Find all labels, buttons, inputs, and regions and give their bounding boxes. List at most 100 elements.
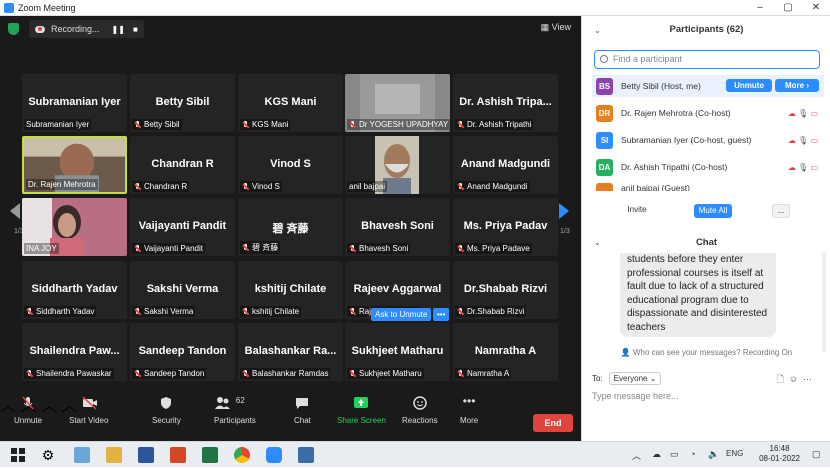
participant-tile[interactable]: Bhavesh Soni Bhavesh Soni: [345, 198, 450, 256]
camera-off-icon: ▭: [810, 108, 818, 118]
participant-tile[interactable]: Sukhjeet Matharu Sukhjeet Matharu: [345, 323, 450, 381]
emoji-icon[interactable]: ☺: [789, 374, 798, 384]
window-title: Zoom Meeting: [18, 2, 76, 13]
file-explorer-icon[interactable]: [74, 447, 90, 463]
tile-name-text: Vinod S: [252, 182, 280, 191]
zoom-taskbar-icon[interactable]: [266, 447, 282, 463]
participant-row[interactable]: anil bajpai (Guest): [592, 183, 824, 191]
stop-recording-button[interactable]: ■: [133, 25, 138, 34]
message-visibility-info[interactable]: 👤 Who can see your messages? Recording O…: [582, 348, 830, 357]
tile-name-text: kshitij Chilate: [252, 307, 300, 316]
volume-icon[interactable]: 🔈: [708, 449, 719, 460]
participant-avatar: SI: [596, 131, 613, 149]
minimize-button[interactable]: –: [746, 0, 774, 16]
participant-avatar: DR: [596, 104, 613, 122]
participant-tile[interactable]: INA JOY: [22, 198, 127, 256]
chat-button[interactable]: Chat: [294, 396, 311, 425]
invite-button[interactable]: Invite: [622, 204, 652, 218]
tile-display-name: Ms. Priya Padav: [463, 220, 548, 232]
participant-tile[interactable]: Dr. Rajen Mehrotra: [22, 136, 127, 194]
tile-name-label: Chandran R: [132, 181, 190, 192]
participant-search-input[interactable]: Find a participant: [594, 50, 820, 69]
tile-name-label: INA JOY: [24, 243, 59, 254]
participant-tile[interactable]: Balashankar Ra... Balashankar Ramdas: [238, 323, 343, 381]
panel-more-options-button[interactable]: ...: [772, 204, 790, 218]
mute-all-button[interactable]: Mute All: [694, 204, 732, 218]
ask-to-unmute-button[interactable]: Ask to Unmute: [371, 308, 432, 321]
chat-scrollbar[interactable]: [822, 252, 826, 352]
chat-more-icon[interactable]: ⋯: [803, 374, 812, 384]
unmute-self-button[interactable]: Unmute: [726, 79, 772, 92]
tile-display-name: Dr.Shabab Rizvi: [463, 283, 548, 295]
participant-tile[interactable]: Sakshi Verma Sakshi Verma: [130, 261, 235, 319]
participant-tile[interactable]: Betty Sibil Betty Sibil: [130, 74, 235, 132]
chrome-icon[interactable]: [234, 447, 250, 463]
start-video-button[interactable]: Start Video: [69, 396, 108, 425]
cloud-tray-icon[interactable]: ☁: [652, 449, 661, 460]
chat-message-input[interactable]: Type message here...: [592, 391, 679, 401]
participant-tile[interactable]: Namratha A Namratha A: [453, 323, 558, 381]
prev-page-arrow[interactable]: [10, 203, 20, 219]
excel-icon[interactable]: [202, 447, 218, 463]
pause-recording-button[interactable]: ❚❚: [112, 25, 125, 34]
participant-tile[interactable]: Shailendra Paw... Shailendra Pawaskar: [22, 323, 127, 381]
participant-tile[interactable]: Vaijayanti Pandit Vaijayanti Pandit: [130, 198, 235, 256]
participant-tile[interactable]: Subramanian Iyer Subramanian Iyer: [22, 74, 127, 132]
tile-more-button[interactable]: •••: [433, 308, 450, 321]
meeting-toolbar: Unmute ︿ Start Video ︿ Security 62 Parti…: [0, 392, 581, 441]
view-button[interactable]: ▦ View: [541, 22, 571, 33]
clock[interactable]: 16:48 08-01-2022: [759, 444, 800, 464]
muted-mic-icon: [242, 182, 249, 191]
tray-chevron-icon[interactable]: ︿: [632, 449, 641, 462]
participant-tile[interactable]: 碧 斉藤碧 斉藤: [238, 198, 343, 256]
unmute-button[interactable]: Unmute: [14, 396, 42, 425]
participant-row[interactable]: DR Dr. Rajen Mehrotra (Co-host) ☁ 🎙 ▭: [592, 102, 824, 124]
folder-icon[interactable]: [106, 447, 122, 463]
muted-mic-icon: [134, 120, 141, 129]
participant-tile[interactable]: Anand Madgundi Anand Madgundi: [453, 136, 558, 194]
participant-tile[interactable]: Vinod S Vinod S: [238, 136, 343, 194]
language-indicator[interactable]: ENG: [726, 449, 743, 458]
participant-tile[interactable]: Dr.Shabab Rizvi Dr.Shabab Rizvi: [453, 261, 558, 319]
participants-options-caret[interactable]: ︿: [41, 398, 57, 415]
next-page-arrow[interactable]: [559, 203, 569, 219]
battery-icon[interactable]: ▭: [670, 449, 679, 460]
settings-gear-icon[interactable]: ⚙: [40, 447, 56, 463]
tile-display-name: Sakshi Verma: [146, 283, 219, 295]
participants-button[interactable]: 62 Participants: [214, 396, 256, 425]
participant-more-button[interactable]: More ›: [775, 79, 819, 92]
participant-tile[interactable]: Siddharth Yadav Siddharth Yadav: [22, 261, 127, 319]
participant-tile[interactable]: Dr. Ashish Tripa... Dr. Ashish Tripathi: [453, 74, 558, 132]
tile-name-label: Sakshi Verma: [132, 306, 196, 317]
windows-start-icon[interactable]: [10, 447, 26, 463]
recipient-select[interactable]: Everyone ⌄: [608, 372, 662, 385]
tile-name-label: 碧 斉藤: [240, 241, 281, 254]
maximize-button[interactable]: ▢: [774, 0, 802, 16]
notifications-icon[interactable]: ▢: [812, 449, 821, 460]
network-icon[interactable]: ◔: [690, 449, 695, 459]
participant-tile[interactable]: KGS Mani KGS Mani: [238, 74, 343, 132]
participant-tile[interactable]: Chandran R Chandran R: [130, 136, 235, 194]
end-meeting-button[interactable]: End: [533, 414, 573, 432]
security-button[interactable]: Security: [152, 396, 181, 425]
mic-icon: 🎙: [798, 108, 809, 118]
security-shield-icon[interactable]: [8, 23, 19, 35]
participant-tile[interactable]: Sandeep Tandon Sandeep Tandon: [130, 323, 235, 381]
participant-row[interactable]: DA Dr. Ashish Tripathi (Co-host) ☁ 🎙 ▭: [592, 156, 824, 178]
share-screen-button[interactable]: Share Screen: [337, 396, 386, 425]
tile-name-label: Vinod S: [240, 181, 282, 192]
reactions-button[interactable]: Reactions: [402, 396, 438, 425]
participant-tile[interactable]: Ms. Priya Padav Ms. Priya Padave: [453, 198, 558, 256]
participant-tile[interactable]: kshitij Chilate kshitij Chilate: [238, 261, 343, 319]
word-icon[interactable]: [138, 447, 154, 463]
participant-tile[interactable]: anil bajpai: [345, 136, 450, 194]
powerpoint-icon[interactable]: [170, 447, 186, 463]
more-button[interactable]: ••• More: [460, 395, 478, 425]
photos-icon[interactable]: [298, 447, 314, 463]
close-button[interactable]: ✕: [802, 0, 830, 16]
tile-name-label: anil bajpai: [347, 181, 388, 192]
participant-row[interactable]: SI Subramanian Iyer (Co-host, guest) ☁ 🎙 ▭: [592, 129, 824, 151]
participant-tile[interactable]: Dr YOGESH UPADHYAY: [345, 74, 450, 132]
participant-name: Dr. Rajen Mehrotra (Co-host): [621, 108, 731, 118]
file-icon[interactable]: 🗋: [777, 374, 784, 384]
